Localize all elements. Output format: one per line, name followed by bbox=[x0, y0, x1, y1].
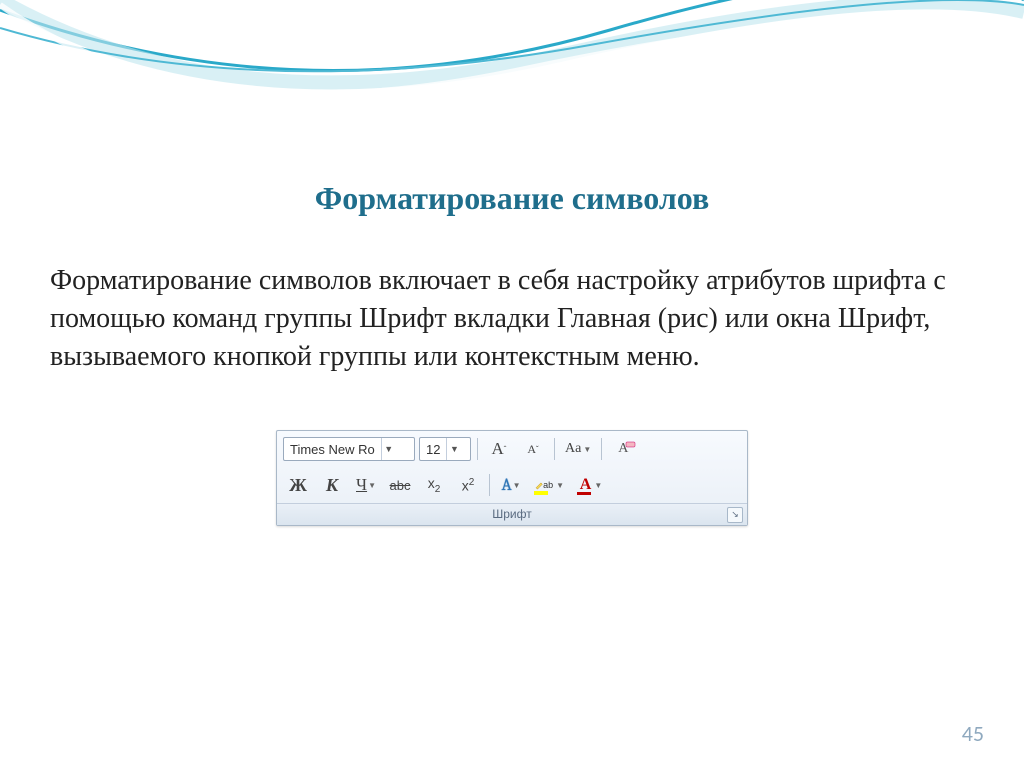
dialog-launcher-button[interactable]: ↘ bbox=[727, 507, 743, 523]
text-effects-icon: A bbox=[501, 476, 511, 495]
separator bbox=[477, 438, 478, 460]
text-effects-button[interactable]: A ▼ bbox=[496, 472, 526, 498]
ribbon-group-label: Шрифт bbox=[492, 507, 531, 521]
strikethrough-button[interactable]: abc bbox=[385, 472, 415, 498]
font-color-swatch bbox=[577, 492, 591, 495]
eraser-icon bbox=[625, 437, 637, 449]
superscript-num: 2 bbox=[469, 477, 475, 488]
page-number: 45 bbox=[962, 720, 984, 747]
caret-down-icon: ˇ bbox=[536, 445, 539, 454]
italic-icon: К bbox=[326, 475, 338, 496]
font-name-combo[interactable]: Times New Ro ▼ bbox=[283, 437, 415, 461]
clear-formatting-button[interactable]: A bbox=[608, 436, 638, 462]
font-name-value: Times New Ro bbox=[284, 442, 381, 457]
shrink-font-icon: A bbox=[527, 442, 536, 457]
superscript-icon: x2 bbox=[462, 477, 475, 494]
superscript-button[interactable]: x2 bbox=[453, 472, 483, 498]
grow-font-icon: A bbox=[492, 439, 504, 459]
font-size-value: 12 bbox=[420, 442, 446, 457]
chevron-down-icon: ▼ bbox=[513, 481, 521, 490]
caret-up-icon: ˆ bbox=[504, 445, 507, 454]
italic-button[interactable]: К bbox=[317, 472, 347, 498]
slide-body-text: Форматирование символов включает в себя … bbox=[50, 262, 974, 375]
shrink-font-button[interactable]: A ˇ bbox=[518, 436, 548, 462]
font-size-combo[interactable]: 12 ▼ bbox=[419, 437, 471, 461]
chevron-down-icon: ▼ bbox=[556, 481, 564, 490]
subscript-num: 2 bbox=[435, 484, 441, 495]
decorative-waves bbox=[0, 0, 1024, 150]
bold-icon: Ж bbox=[289, 475, 307, 496]
subscript-icon: x2 bbox=[428, 475, 441, 495]
highlight-button[interactable]: ab ▼ bbox=[530, 472, 568, 498]
slide-title: Форматирование символов bbox=[50, 180, 974, 217]
chevron-down-icon: ▼ bbox=[381, 438, 396, 460]
dialog-launcher-icon: ↘ bbox=[731, 509, 739, 519]
change-case-button[interactable]: Aa ▼ bbox=[561, 436, 595, 462]
chevron-down-icon: ▼ bbox=[446, 438, 461, 460]
font-color-button[interactable]: A ▼ bbox=[572, 472, 610, 498]
subscript-x: x bbox=[428, 475, 435, 491]
highlight-color-swatch bbox=[534, 491, 548, 495]
chevron-down-icon: ▼ bbox=[594, 481, 602, 490]
ribbon-group-label-row: Шрифт ↘ bbox=[277, 503, 747, 525]
change-case-icon: Aa bbox=[565, 441, 581, 457]
chevron-down-icon: ▼ bbox=[368, 481, 376, 490]
separator bbox=[601, 438, 602, 460]
separator bbox=[489, 474, 490, 496]
underline-button[interactable]: Ч ▼ bbox=[351, 472, 381, 498]
grow-font-button[interactable]: A ˆ bbox=[484, 436, 514, 462]
font-ribbon-group: Times New Ro ▼ 12 ▼ A ˆ A ˇ Aa bbox=[276, 430, 748, 526]
subscript-button[interactable]: x2 bbox=[419, 472, 449, 498]
separator bbox=[554, 438, 555, 460]
strikethrough-icon: abc bbox=[390, 478, 411, 493]
highlight-ab-label: ab bbox=[543, 480, 553, 490]
underline-icon: Ч bbox=[356, 475, 367, 495]
superscript-x: x bbox=[462, 478, 469, 494]
chevron-down-icon: ▼ bbox=[583, 445, 591, 454]
bold-button[interactable]: Ж bbox=[283, 472, 313, 498]
